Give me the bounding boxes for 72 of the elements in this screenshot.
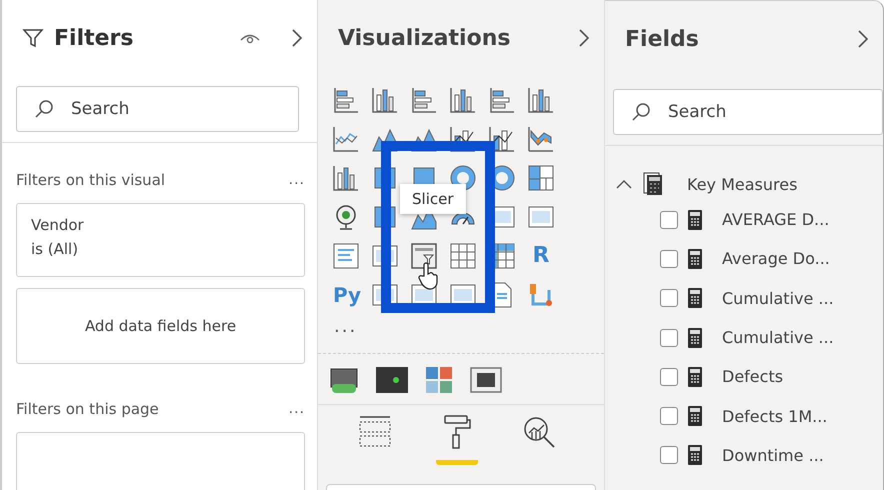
chevron-right-icon[interactable] <box>857 29 869 49</box>
search-field[interactable]: Search <box>16 86 299 132</box>
measure-name[interactable]: Defects 1M... <box>722 406 828 426</box>
bar-chart-icon[interactable] <box>489 87 515 113</box>
combo-chart-icon[interactable] <box>450 126 476 152</box>
filter-icon <box>22 27 44 49</box>
section-heading: Filters on this visual <box>16 171 166 189</box>
calculator-table-icon <box>643 172 663 196</box>
more-visuals-button[interactable]: ... <box>334 316 604 337</box>
calculator-icon <box>688 248 702 269</box>
checkbox[interactable] <box>660 368 678 386</box>
search-icon <box>33 98 55 120</box>
search-field[interactable]: Search <box>613 89 883 135</box>
checkbox[interactable] <box>660 250 678 268</box>
filter-field: Vendor <box>31 216 290 234</box>
calculator-icon <box>688 406 702 426</box>
table-icon[interactable] <box>450 243 476 269</box>
paint-roller-icon <box>442 415 472 449</box>
combo-chart-icon[interactable] <box>489 126 515 152</box>
donut-chart-icon[interactable] <box>450 165 476 191</box>
filter-condition: is (All) <box>31 240 80 258</box>
measure-name[interactable]: Cumulative ... <box>722 288 834 308</box>
tree-icon[interactable] <box>528 282 554 308</box>
search-icon <box>630 101 652 123</box>
checkbox[interactable] <box>660 210 678 229</box>
checkbox[interactable] <box>660 328 678 347</box>
measure-name[interactable]: Average Do... <box>722 249 830 268</box>
custom-visual-icon[interactable] <box>376 366 408 394</box>
drop-zone[interactable]: Add data fields here <box>16 288 305 364</box>
column-chart-icon[interactable] <box>372 87 398 113</box>
more-options-button[interactable]: ... <box>288 401 305 417</box>
bar-chart-icon[interactable] <box>333 87 359 113</box>
table-name[interactable]: Key Measures <box>687 174 798 194</box>
measure-name[interactable]: Defects <box>722 367 784 386</box>
calculator-icon <box>688 328 702 348</box>
collapse-icon[interactable] <box>615 178 633 190</box>
pane-title: Filters <box>54 26 134 50</box>
bar-chart-icon[interactable] <box>411 87 437 113</box>
more-options-button[interactable]: ... <box>288 172 305 188</box>
section-heading: Filters on this page <box>16 400 159 418</box>
filter-card[interactable]: Vendor is (All) <box>16 203 305 277</box>
calculator-icon <box>688 288 702 308</box>
checkbox[interactable] <box>660 446 678 464</box>
measure-name[interactable]: Downtime ... <box>722 446 824 465</box>
fields-well-icon <box>358 416 392 448</box>
line-chart-icon[interactable] <box>333 126 359 152</box>
slicer-icon[interactable] <box>411 243 437 269</box>
column-chart-icon[interactable] <box>528 87 554 113</box>
calculator-icon <box>688 366 702 387</box>
column-chart-icon[interactable] <box>450 87 476 113</box>
measure-name[interactable]: AVERAGE D... <box>722 210 830 230</box>
list-icon[interactable] <box>333 243 359 269</box>
tiles-icon[interactable] <box>426 367 452 393</box>
chevron-right-icon[interactable] <box>578 28 590 48</box>
pane-title: Fields <box>625 26 700 52</box>
chevron-right-icon[interactable] <box>291 28 303 48</box>
search-input[interactable]: Search <box>666 91 866 133</box>
checkbox[interactable] <box>660 407 678 426</box>
measure-name[interactable]: Cumulative ... <box>722 328 834 348</box>
calculator-icon <box>688 445 702 466</box>
pane-title: Visualizations <box>338 26 512 50</box>
calculator-icon <box>688 210 702 230</box>
custom-visual-icon[interactable] <box>330 366 358 394</box>
tooltip: Slicer <box>400 184 466 214</box>
column-chart-icon[interactable] <box>333 165 359 191</box>
magnifier-chart-icon <box>522 415 556 449</box>
ribbon-chart-icon[interactable] <box>528 126 554 152</box>
custom-visual-icon[interactable] <box>470 367 502 393</box>
format-tab[interactable] <box>436 415 478 465</box>
search-input[interactable]: Search <box>69 88 282 130</box>
treemap-icon[interactable] <box>528 165 554 191</box>
checkbox[interactable] <box>660 289 678 308</box>
